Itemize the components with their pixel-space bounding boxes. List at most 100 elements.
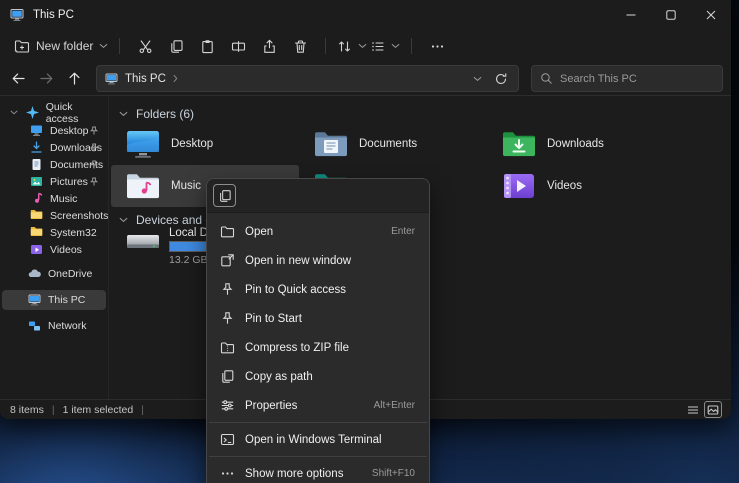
folder-tile-label: Downloads: [547, 138, 604, 150]
zip-icon: [219, 340, 235, 356]
desktop-icon: [30, 124, 43, 137]
menu-item-show-more-options[interactable]: Show more options Shift+F10: [207, 459, 429, 483]
folders-section-header[interactable]: Folders (6): [119, 107, 194, 121]
menu-item-pin-to-quick-access[interactable]: Pin to Quick access: [207, 275, 429, 304]
sort-button[interactable]: [337, 32, 367, 60]
sidebar-item-pictures[interactable]: Pictures: [2, 173, 106, 190]
navigation-bar: This PC: [0, 62, 731, 96]
sidebar-item-network[interactable]: Network: [2, 316, 106, 336]
forward-button[interactable]: [34, 66, 58, 92]
pin-icon: [89, 177, 99, 187]
up-button[interactable]: [62, 66, 86, 92]
items-count: 8 items: [10, 404, 44, 416]
sidebar: Quick access Desktop Downloads Documents: [0, 97, 108, 399]
sidebar-item-quick-access[interactable]: Quick access: [2, 103, 106, 122]
status-divider: |: [52, 404, 55, 416]
context-menu: Open Enter Open in new window Pin to Qui…: [206, 178, 430, 483]
folder-tile-videos[interactable]: Videos: [487, 165, 675, 207]
sidebar-item-screenshots[interactable]: Screenshots: [2, 207, 106, 224]
search-icon: [540, 72, 553, 85]
chevron-right-icon[interactable]: [173, 74, 178, 83]
quick-access-icon: [26, 106, 39, 119]
videos-folder-icon: [501, 171, 537, 201]
window-controls: [611, 0, 731, 30]
menu-item-shortcut: Enter: [391, 226, 415, 237]
menu-item-open[interactable]: Open Enter: [207, 217, 429, 246]
sidebar-item-onedrive[interactable]: OneDrive: [2, 264, 106, 284]
address-bar[interactable]: This PC: [96, 65, 519, 92]
this-pc-icon: [105, 73, 118, 85]
new-folder-label: New folder: [36, 39, 93, 53]
sidebar-item-downloads[interactable]: Downloads: [2, 139, 106, 156]
view-toggles: [685, 402, 721, 417]
address-dropdown-icon[interactable]: [473, 76, 482, 82]
folder-tile-label: Documents: [359, 138, 417, 150]
view-button[interactable]: [370, 32, 400, 60]
chevron-down-icon: [391, 43, 400, 49]
search-input[interactable]: [560, 73, 714, 85]
new-folder-button[interactable]: New folder: [14, 32, 108, 60]
folder-icon: [30, 209, 43, 222]
menu-item-label: Pin to Quick access: [245, 284, 346, 296]
pin-icon: [219, 282, 235, 298]
sort-icon: [337, 39, 352, 54]
music-folder-icon: [125, 171, 161, 201]
close-button[interactable]: [691, 0, 731, 30]
copy-button[interactable]: [162, 32, 190, 60]
show-more-icon: [219, 466, 235, 482]
share-button[interactable]: [255, 32, 283, 60]
toolbar-divider: [411, 38, 412, 54]
menu-item-copy-as-path[interactable]: Copy as path: [207, 362, 429, 391]
folder-tile-desktop[interactable]: Desktop: [111, 123, 299, 165]
desktop: This PC New folder: [0, 0, 739, 483]
open-icon: [219, 224, 235, 240]
breadcrumb-this-pc[interactable]: This PC: [125, 73, 166, 85]
menu-item-compress-to-zip[interactable]: Compress to ZIP file: [207, 333, 429, 362]
delete-button[interactable]: [286, 32, 314, 60]
rename-icon: [231, 39, 246, 54]
sidebar-item-system32[interactable]: System32: [2, 224, 106, 241]
sidebar-item-label: Videos: [50, 244, 82, 256]
this-pc-icon: [10, 8, 25, 22]
menu-item-label: Copy as path: [245, 371, 313, 383]
menu-divider: [209, 456, 427, 457]
menu-item-pin-to-start[interactable]: Pin to Start: [207, 304, 429, 333]
folder-tile-downloads[interactable]: Downloads: [487, 123, 675, 165]
search-box[interactable]: [531, 65, 723, 92]
sidebar-item-documents[interactable]: Documents: [2, 156, 106, 173]
cut-button[interactable]: [131, 32, 159, 60]
sidebar-item-music[interactable]: Music: [2, 190, 106, 207]
maximize-button[interactable]: [651, 0, 691, 30]
sidebar-item-videos[interactable]: Videos: [2, 241, 106, 258]
sidebar-item-label: Pictures: [50, 176, 88, 188]
menu-item-label: Open in new window: [245, 255, 351, 267]
sidebar-item-label: System32: [50, 227, 97, 239]
paste-button[interactable]: [193, 32, 221, 60]
menu-item-properties[interactable]: Properties Alt+Enter: [207, 391, 429, 420]
share-icon: [262, 39, 277, 54]
window-title: This PC: [33, 9, 74, 21]
sidebar-item-label: Music: [50, 193, 77, 205]
music-icon: [30, 192, 43, 205]
refresh-button[interactable]: [492, 70, 510, 88]
menu-item-label: Pin to Start: [245, 313, 302, 325]
new-folder-icon: [14, 39, 30, 53]
sidebar-item-label: This PC: [48, 294, 85, 306]
documents-icon: [30, 158, 43, 171]
this-pc-icon: [28, 294, 41, 307]
chevron-down-icon[interactable]: [10, 110, 19, 115]
sidebar-item-this-pc[interactable]: This PC: [2, 290, 106, 310]
sidebar-item-desktop[interactable]: Desktop: [2, 122, 106, 139]
thumbnail-view-button[interactable]: [705, 402, 721, 417]
paste-icon: [200, 39, 215, 54]
menu-item-open-in-windows-terminal[interactable]: Open in Windows Terminal: [207, 425, 429, 454]
menu-item-open-in-new-window[interactable]: Open in new window: [207, 246, 429, 275]
back-button[interactable]: [6, 66, 30, 92]
hard-drive-icon: [125, 229, 161, 255]
copy-button[interactable]: [213, 184, 236, 207]
rename-button[interactable]: [224, 32, 252, 60]
details-view-button[interactable]: [685, 402, 701, 417]
more-options-button[interactable]: [423, 32, 451, 60]
minimize-button[interactable]: [611, 0, 651, 30]
folder-tile-documents[interactable]: Documents: [299, 123, 487, 165]
